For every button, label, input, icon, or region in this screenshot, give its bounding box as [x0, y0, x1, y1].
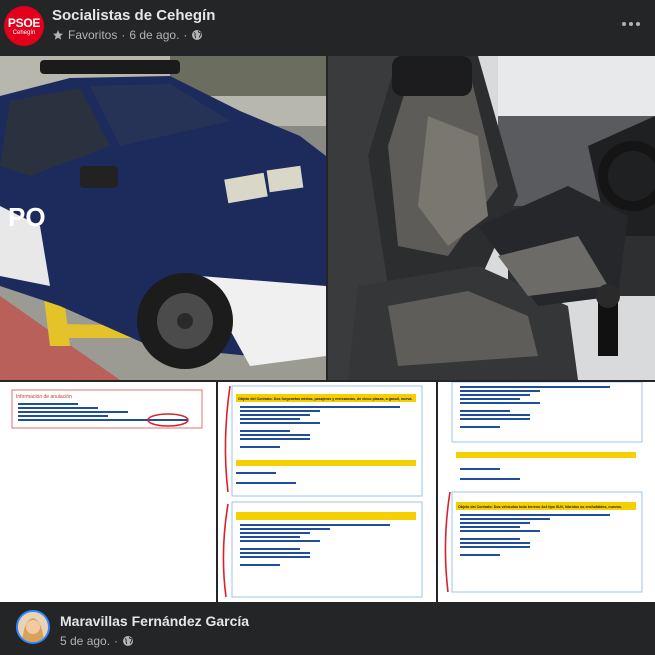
commenter-avatar[interactable]: [16, 610, 50, 644]
avatar-logo-text: PSOE: [7, 16, 41, 30]
star-icon: [53, 30, 63, 40]
meta-separator: ·: [183, 28, 188, 42]
photo-doc-lot-1[interactable]: Objeto del Contrato: Dos furgonetas mixt…: [218, 382, 436, 602]
comment-meta: 5 de ago. ·: [60, 634, 134, 648]
photo-worn-car-seats[interactable]: [328, 56, 655, 380]
favorites-label[interactable]: Favoritos: [68, 28, 117, 42]
doc-lot1-title: Objeto del Contrato: Dos furgonetas mixt…: [238, 397, 412, 401]
commenter-name-link[interactable]: Maravillas Fernández García: [60, 613, 249, 629]
photo-doc-lot-2[interactable]: Objeto del Contrato: Dos vehículos todo …: [438, 382, 655, 602]
more-dot: [629, 22, 633, 26]
photo-grid: PO Información de anulación Objeto del C…: [0, 56, 655, 602]
avatar-logo-subtext: Cehegín: [12, 30, 36, 36]
photo-doc-adjudication-info[interactable]: Información de anulación: [0, 382, 216, 602]
more-options-button[interactable]: [619, 14, 643, 34]
globe-icon: [192, 30, 203, 40]
post-date[interactable]: 6 de ago.: [129, 28, 179, 42]
post-meta: Favoritos · 6 de ago. ·: [52, 28, 203, 42]
post-header: PSOE Cehegín Socialistas de Cehegín Favo…: [0, 0, 655, 52]
comment-row: Maravillas Fernández García 5 de ago. ·: [0, 606, 655, 655]
more-dot: [636, 22, 640, 26]
photo-police-car-exterior[interactable]: PO: [0, 56, 326, 380]
doc-info-title: Información de anulación: [16, 394, 72, 400]
page-avatar[interactable]: PSOE Cehegín: [4, 6, 44, 46]
more-horizontal-icon: [622, 22, 626, 26]
meta-separator: ·: [121, 28, 126, 42]
comment-date[interactable]: 5 de ago.: [60, 634, 110, 648]
meta-separator: ·: [114, 634, 119, 648]
svg-text:PO: PO: [8, 202, 46, 232]
doc-lot2-title: Objeto del Contrato: Dos vehículos todo …: [458, 505, 622, 509]
globe-icon: [123, 636, 134, 646]
page-name-link[interactable]: Socialistas de Cehegín: [52, 7, 215, 24]
